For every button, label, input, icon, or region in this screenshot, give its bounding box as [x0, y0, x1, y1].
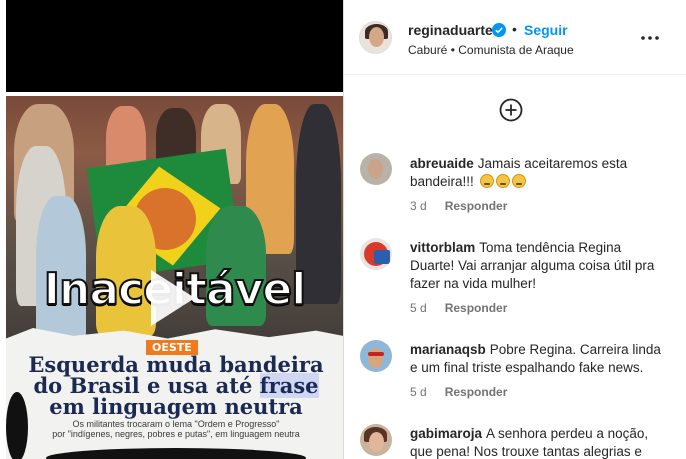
reply-button[interactable]: Responder: [445, 199, 508, 213]
post-subheadline: Esquerda muda bandeira do Brasil e usa a…: [16, 354, 336, 417]
comments-panel: reginaduarte • Seguir Caburé • Comunista…: [343, 0, 686, 459]
avatar-face: [369, 432, 384, 452]
comment-line: A senhora perdeu a noção,: [486, 426, 649, 441]
comment-line: Toma tendência Regina: [479, 240, 622, 255]
comment-text: marianaqsb Pobre Regina. Carreira linda e…: [410, 341, 680, 377]
comment-meta: 5 d Responder: [410, 385, 507, 399]
avatar-glasses: [368, 352, 384, 356]
post-header: reginaduarte • Seguir Caburé • Comunista…: [344, 0, 686, 75]
separator: •: [512, 21, 517, 37]
reply-button[interactable]: Responder: [445, 301, 508, 315]
comment-time: 5 d: [410, 385, 427, 399]
caption-line: por "indígenes, negres, pobres e putas",…: [52, 429, 300, 439]
comment-line: e um final triste espalhando fake news.: [410, 360, 644, 375]
comment-username[interactable]: abreuaide: [410, 156, 474, 171]
sad-face-emoji-icon: [495, 174, 510, 188]
avatar[interactable]: [359, 21, 392, 54]
follow-button[interactable]: Seguir: [524, 22, 568, 38]
avatar-badge: [374, 250, 390, 264]
sad-face-emoji-icon: [511, 174, 526, 188]
post-username[interactable]: reginaduarte: [408, 22, 493, 38]
post-media[interactable]: Inaceitável OESTE Esquerda muda bandeira…: [0, 0, 343, 459]
avatar[interactable]: [360, 340, 392, 372]
subheadline-line: Esquerda muda bandeira: [28, 352, 324, 377]
comment-text: gabimaroja A senhora perdeu a noção, que …: [410, 425, 680, 459]
avatar[interactable]: [360, 424, 392, 456]
post-image[interactable]: Inaceitável OESTE Esquerda muda bandeira…: [6, 96, 343, 459]
subheadline-line: do Brasil e usa até frase: [16, 373, 336, 398]
avatar-face: [369, 27, 384, 47]
comment-line: que pena! Nos trouxe tantas alegrias e: [410, 444, 642, 459]
comment-meta: 3 d Responder: [410, 199, 507, 213]
caption-line: Os militantes trocaram o lema "Ordem e P…: [72, 419, 280, 429]
add-circle-icon[interactable]: [499, 98, 523, 122]
comment-username[interactable]: gabimaroja: [410, 426, 482, 441]
avatar[interactable]: [360, 238, 392, 270]
comment-text: vittorblam Toma tendência Regina Duarte! …: [410, 239, 680, 293]
post-caption: Os militantes trocaram o lema "Ordem e P…: [26, 419, 326, 439]
comment-meta: 5 d Responder: [410, 301, 507, 315]
comment-text: abreuaide Jamais aceitaremos esta bandeir…: [410, 155, 680, 191]
reply-button[interactable]: Responder: [445, 385, 508, 399]
comment-username[interactable]: marianaqsb: [410, 342, 486, 357]
subheadline-line: em linguagem neutra: [49, 394, 303, 419]
comment-line: Pobre Regina. Carreira linda: [489, 342, 661, 357]
comment-time: 5 d: [410, 301, 427, 315]
sad-face-emoji-icon: [479, 174, 494, 188]
comment-line: Jamais aceitaremos esta: [477, 156, 628, 171]
post-subtitle[interactable]: Caburé • Comunista de Araque: [408, 43, 574, 57]
ink-decoration: [6, 392, 28, 459]
verified-badge-icon: [492, 23, 506, 37]
avatar-face: [368, 159, 383, 179]
media-black-bar: [6, 0, 343, 92]
comment-username[interactable]: vittorblam: [410, 240, 475, 255]
avatar[interactable]: [360, 153, 392, 185]
comment-line: Duarte! Vai arranjar alguma coisa útil p…: [410, 258, 655, 273]
more-options-icon[interactable]: [640, 28, 660, 48]
comment-line: bandeira!!!: [410, 174, 474, 189]
comment-line: fazer na vida mulher!: [410, 276, 537, 291]
play-icon[interactable]: [147, 268, 197, 328]
comment-time: 3 d: [410, 199, 427, 213]
avatar-face: [368, 348, 383, 368]
